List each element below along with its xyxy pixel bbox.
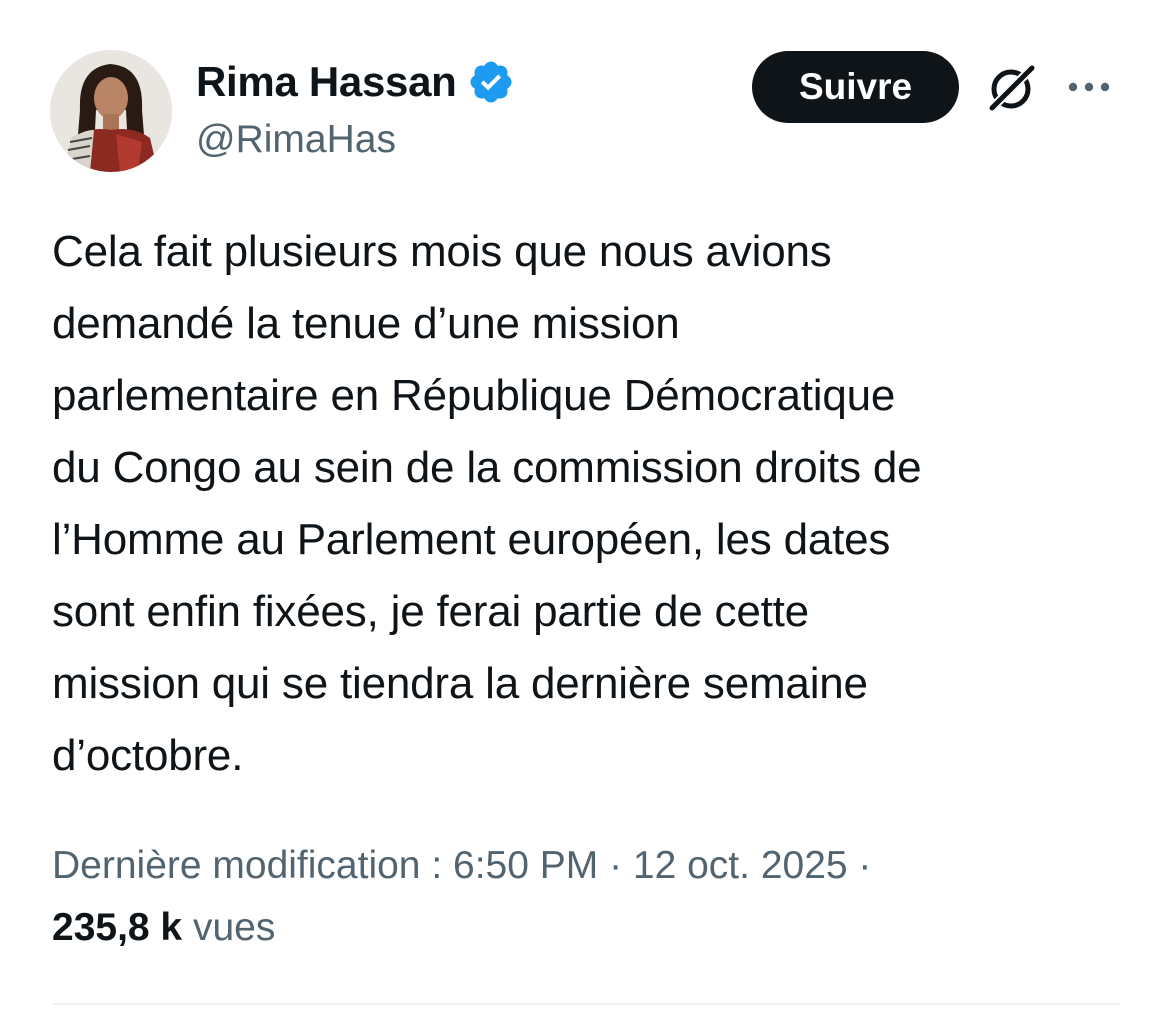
views-count: 235,8 k — [52, 906, 183, 949]
verified-badge-icon[interactable] — [467, 58, 515, 106]
views-row: 235,8 k vues — [52, 900, 275, 956]
grok-icon[interactable] — [984, 60, 1040, 116]
author-name-row: Rima Hassan — [196, 56, 515, 108]
author-display-name[interactable]: Rima Hassan — [196, 58, 457, 106]
divider — [52, 1003, 1120, 1005]
follow-button[interactable]: Suivre — [752, 51, 959, 123]
tweet-text: Cela fait plusieurs mois que nous avions… — [52, 227, 922, 780]
more-icon[interactable] — [1064, 72, 1114, 102]
tweet-card: Rima Hassan @RimaHas Suivre Cela fait pl… — [0, 0, 1170, 1009]
avatar[interactable] — [50, 50, 172, 172]
avatar-image — [50, 50, 172, 172]
author-handle[interactable]: @RimaHas — [196, 118, 396, 162]
views-label: vues — [192, 906, 276, 949]
tweet-timestamp[interactable]: Dernière modification : 6:50 PM · 12 oct… — [52, 838, 871, 894]
